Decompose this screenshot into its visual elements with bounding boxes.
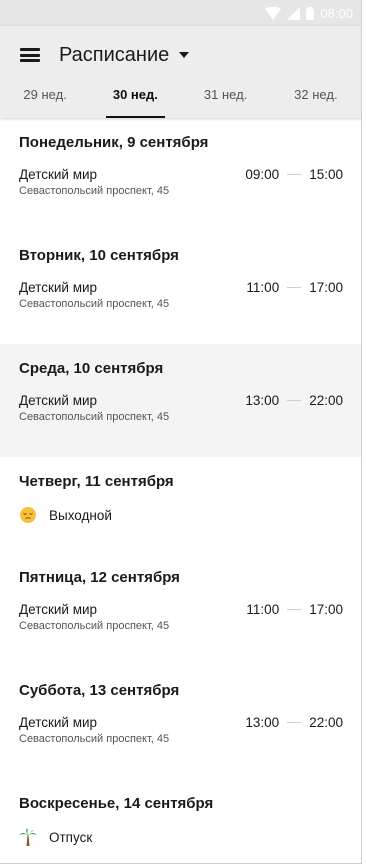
shift-start: 09:00 bbox=[245, 167, 280, 182]
shift-place: Детский мир bbox=[19, 715, 98, 730]
day-title: Четверг, 11 сентября bbox=[19, 473, 174, 490]
day-status: Выходной bbox=[49, 507, 112, 523]
status-bar: 08:00 bbox=[0, 0, 361, 26]
shift-start: 13:00 bbox=[245, 393, 280, 408]
day-friday[interactable]: Пятница, 12 сентября Детский мир Севасто… bbox=[0, 553, 361, 666]
tab-week-29[interactable]: 29 нед. bbox=[0, 84, 90, 118]
day-title: Понедельник, 9 сентября bbox=[19, 134, 209, 151]
shift-place: Детский мир bbox=[19, 280, 98, 295]
app-bar: Расписание 29 нед. 30 нед. 31 нед. 32 не… bbox=[0, 26, 361, 118]
tab-week-31[interactable]: 31 нед. bbox=[181, 84, 271, 118]
shift-end: 17:00 bbox=[309, 280, 343, 295]
battery-icon bbox=[306, 6, 315, 20]
time-divider bbox=[287, 400, 302, 401]
day-status: Отпуск bbox=[49, 829, 93, 845]
palm-tree-icon bbox=[19, 828, 37, 846]
schedule-list: Понедельник, 9 сентября Детский мир Сева… bbox=[0, 118, 361, 863]
shift-end: 22:00 bbox=[309, 393, 343, 408]
shift-start: 13:00 bbox=[245, 715, 280, 730]
shift-end: 22:00 bbox=[309, 715, 343, 730]
day-title: Воскресенье, 14 сентября bbox=[19, 795, 214, 812]
shift-address: Севастопольсий проспект, 45 bbox=[19, 411, 170, 423]
day-saturday[interactable]: Суббота, 13 сентября Детский мир Севасто… bbox=[0, 666, 361, 779]
shift-end: 15:00 bbox=[309, 167, 343, 182]
shift-place: Детский мир bbox=[19, 393, 98, 408]
week-tabs: 29 нед. 30 нед. 31 нед. 32 нед. bbox=[0, 84, 361, 118]
shift-address: Севастопольсий проспект, 45 bbox=[19, 733, 170, 745]
wifi-icon bbox=[265, 6, 282, 20]
day-title: Среда, 10 сентября bbox=[19, 360, 164, 377]
chevron-down-icon[interactable] bbox=[179, 52, 190, 58]
shift-place: Детский мир bbox=[19, 602, 98, 617]
tab-week-30[interactable]: 30 нед. bbox=[90, 84, 180, 118]
sleepy-face-icon bbox=[20, 507, 36, 523]
shift-end: 17:00 bbox=[309, 602, 343, 617]
status-time: 08:00 bbox=[320, 5, 353, 21]
shift-address: Севастопольсий проспект, 45 bbox=[19, 298, 170, 310]
day-monday[interactable]: Понедельник, 9 сентября Детский мир Сева… bbox=[0, 118, 361, 231]
tab-week-32[interactable]: 32 нед. bbox=[271, 84, 361, 118]
app-screen: 08:00 Расписание 29 нед. 30 нед. 31 нед.… bbox=[0, 0, 362, 864]
day-title: Суббота, 13 сентября bbox=[19, 682, 180, 699]
page-title: Расписание bbox=[59, 43, 170, 66]
shift-place: Детский мир bbox=[19, 167, 98, 182]
day-title: Вторник, 10 сентября bbox=[19, 247, 179, 264]
day-tuesday[interactable]: Вторник, 10 сентября Детский мир Севасто… bbox=[0, 231, 361, 344]
time-divider bbox=[287, 609, 302, 610]
shift-start: 11:00 bbox=[246, 280, 280, 295]
shift-address: Севастопольсий проспект, 45 bbox=[19, 185, 170, 197]
time-divider bbox=[287, 174, 302, 175]
shift-address: Севастопольсий проспект, 45 bbox=[19, 620, 170, 632]
time-divider bbox=[287, 287, 302, 288]
day-title: Пятница, 12 сентября bbox=[19, 569, 180, 586]
day-thursday[interactable]: Четверг, 11 сентября Выходной bbox=[0, 457, 361, 553]
day-sunday[interactable]: Воскресенье, 14 сентября Отпуск bbox=[0, 779, 361, 863]
menu-icon[interactable] bbox=[20, 48, 40, 62]
shift-start: 11:00 bbox=[246, 602, 280, 617]
signal-icon bbox=[287, 6, 301, 20]
time-divider bbox=[287, 722, 302, 723]
day-wednesday[interactable]: Среда, 10 сентября Детский мир Севастопо… bbox=[0, 344, 361, 457]
